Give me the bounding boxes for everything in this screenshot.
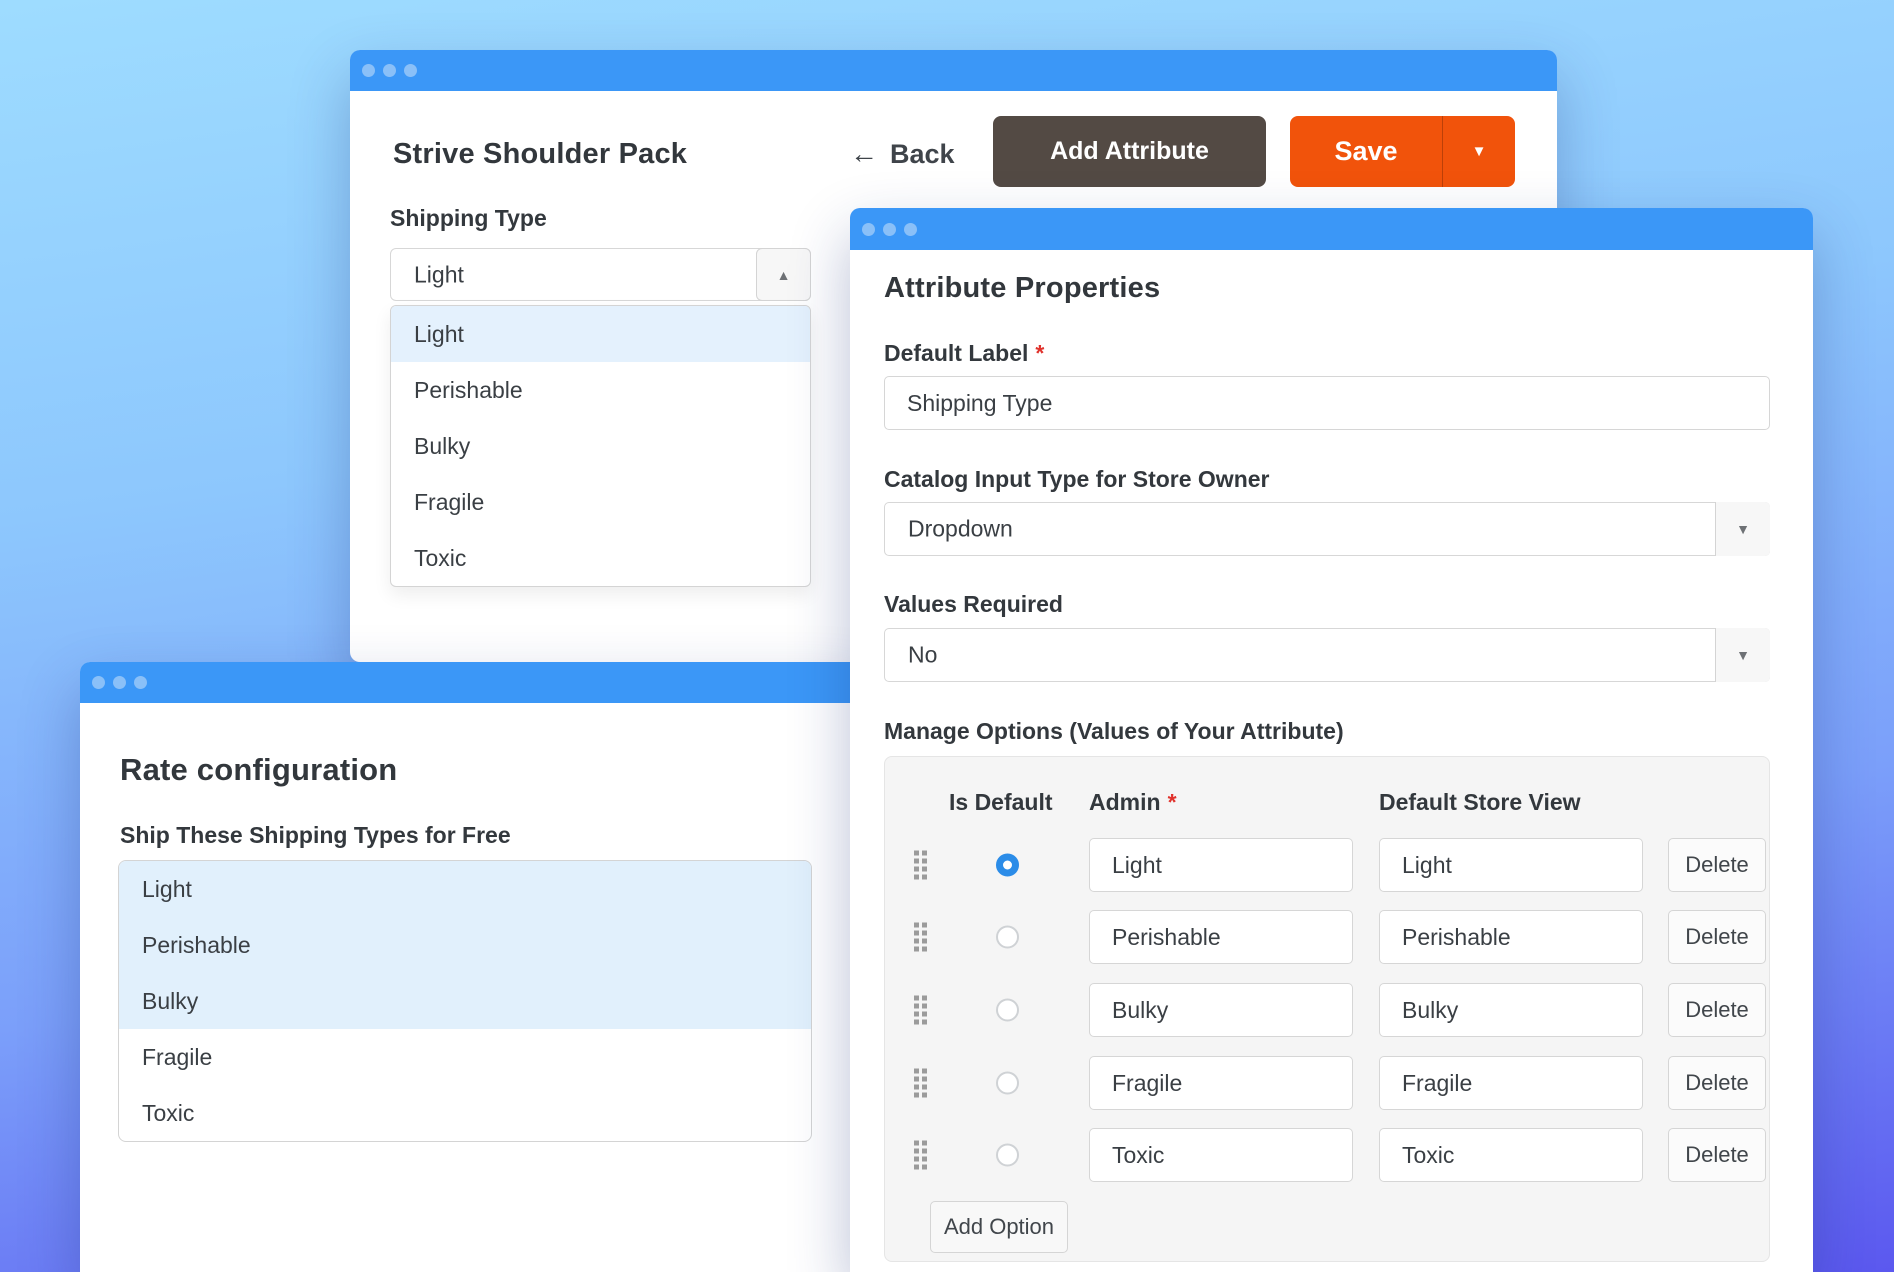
select-caret-button[interactable]: ▼ — [1715, 628, 1770, 682]
is-default-radio[interactable] — [996, 1144, 1019, 1167]
window-dot-icon — [862, 223, 875, 236]
window-dot-icon — [883, 223, 896, 236]
required-asterisk: * — [1035, 340, 1044, 366]
shipping-type-select[interactable]: Light ▲ — [390, 248, 811, 301]
is-default-radio[interactable] — [996, 926, 1019, 949]
add-attribute-button[interactable]: Add Attribute — [993, 116, 1266, 187]
drag-handle-icon[interactable] — [914, 1069, 927, 1098]
caret-down-icon: ▼ — [1736, 647, 1750, 663]
caret-down-icon: ▼ — [1736, 521, 1750, 537]
dropdown-option[interactable]: Light — [391, 306, 810, 362]
add-option-button[interactable]: Add Option — [930, 1201, 1068, 1253]
window-dot-icon — [404, 64, 417, 77]
option-row: Delete — [885, 838, 1769, 892]
drag-handle-icon[interactable] — [914, 851, 927, 880]
rate-configuration-title: Rate configuration — [120, 752, 397, 788]
values-required-select[interactable]: No ▼ — [884, 628, 1770, 682]
back-label: Back — [890, 139, 955, 170]
admin-value-input[interactable] — [1089, 1056, 1353, 1110]
drag-handle-icon[interactable] — [914, 1141, 927, 1170]
window-dot-icon — [92, 676, 105, 689]
catalog-input-type-label: Catalog Input Type for Store Owner — [884, 466, 1270, 493]
free-shipping-types-label: Ship These Shipping Types for Free — [120, 822, 511, 849]
shipping-type-select-value: Light — [414, 261, 464, 288]
drag-handle-icon[interactable] — [914, 996, 927, 1025]
free-shipping-types-multiselect: Light Perishable Bulky Fragile Toxic — [118, 860, 812, 1142]
default-label-label: Default Label* — [884, 340, 1044, 367]
column-header-admin: Admin* — [1089, 789, 1177, 816]
product-window-titlebar — [350, 50, 1557, 91]
required-asterisk: * — [1168, 789, 1177, 815]
multiselect-option[interactable]: Light — [119, 861, 811, 917]
caret-down-icon: ▼ — [1472, 143, 1487, 160]
drag-handle-icon[interactable] — [914, 923, 927, 952]
window-dot-icon — [383, 64, 396, 77]
option-row: Delete — [885, 910, 1769, 964]
dropdown-option[interactable]: Perishable — [391, 362, 810, 418]
store-view-value-input[interactable] — [1379, 983, 1643, 1037]
desktop-background: Strive Shoulder Pack ← Back Add Attribut… — [0, 0, 1894, 1272]
admin-value-input[interactable] — [1089, 1128, 1353, 1182]
delete-option-button[interactable]: Delete — [1668, 838, 1766, 892]
caret-up-icon: ▲ — [777, 267, 791, 283]
back-arrow-icon: ← — [850, 138, 878, 170]
window-dot-icon — [904, 223, 917, 236]
multiselect-option[interactable]: Bulky — [119, 973, 811, 1029]
multiselect-option[interactable]: Perishable — [119, 917, 811, 973]
option-row: Delete — [885, 983, 1769, 1037]
dropdown-option[interactable]: Fragile — [391, 474, 810, 530]
manage-options-panel: Is Default Admin* Default Store View Del… — [884, 756, 1770, 1262]
rate-configuration-window: Rate configuration Ship These Shipping T… — [80, 662, 870, 1272]
select-caret-button[interactable]: ▼ — [1715, 502, 1770, 556]
dropdown-option[interactable]: Bulky — [391, 418, 810, 474]
store-view-value-input[interactable] — [1379, 1056, 1643, 1110]
delete-option-button[interactable]: Delete — [1668, 1056, 1766, 1110]
save-split-button: Save ▼ — [1290, 116, 1515, 187]
delete-option-button[interactable]: Delete — [1668, 983, 1766, 1037]
admin-value-input[interactable] — [1089, 838, 1353, 892]
save-button[interactable]: Save — [1290, 136, 1442, 167]
is-default-radio[interactable] — [996, 854, 1019, 877]
admin-value-input[interactable] — [1089, 910, 1353, 964]
values-required-label: Values Required — [884, 591, 1063, 618]
store-view-value-input[interactable] — [1379, 1128, 1643, 1182]
option-row: Delete — [885, 1056, 1769, 1110]
attribute-window-titlebar — [850, 208, 1813, 250]
catalog-input-type-select[interactable]: Dropdown ▼ — [884, 502, 1770, 556]
store-view-value-input[interactable] — [1379, 910, 1643, 964]
multiselect-option[interactable]: Toxic — [119, 1085, 811, 1141]
column-header-store-view: Default Store View — [1379, 789, 1581, 816]
save-dropdown-toggle[interactable]: ▼ — [1443, 143, 1515, 160]
shipping-type-dropdown-list: Light Perishable Bulky Fragile Toxic — [390, 305, 811, 587]
store-view-value-input[interactable] — [1379, 838, 1643, 892]
window-dot-icon — [362, 64, 375, 77]
dropdown-option[interactable]: Toxic — [391, 530, 810, 586]
manage-options-heading: Manage Options (Values of Your Attribute… — [884, 718, 1344, 745]
default-label-input[interactable] — [884, 376, 1770, 430]
attribute-properties-title: Attribute Properties — [884, 272, 1160, 305]
is-default-radio[interactable] — [996, 1072, 1019, 1095]
select-spinner-button[interactable]: ▲ — [756, 248, 811, 301]
values-required-value: No — [908, 642, 937, 669]
admin-value-input[interactable] — [1089, 983, 1353, 1037]
delete-option-button[interactable]: Delete — [1668, 1128, 1766, 1182]
catalog-input-type-value: Dropdown — [908, 516, 1013, 543]
window-dot-icon — [134, 676, 147, 689]
multiselect-option[interactable]: Fragile — [119, 1029, 811, 1085]
is-default-radio[interactable] — [996, 999, 1019, 1022]
rate-window-titlebar — [80, 662, 870, 703]
column-header-is-default: Is Default — [949, 789, 1053, 816]
option-row: Delete — [885, 1128, 1769, 1182]
attribute-properties-window: Attribute Properties Default Label* Cata… — [850, 208, 1813, 1272]
back-button[interactable]: ← Back — [850, 138, 955, 170]
shipping-type-label: Shipping Type — [390, 205, 547, 232]
window-dot-icon — [113, 676, 126, 689]
page-title: Strive Shoulder Pack — [393, 138, 687, 171]
delete-option-button[interactable]: Delete — [1668, 910, 1766, 964]
